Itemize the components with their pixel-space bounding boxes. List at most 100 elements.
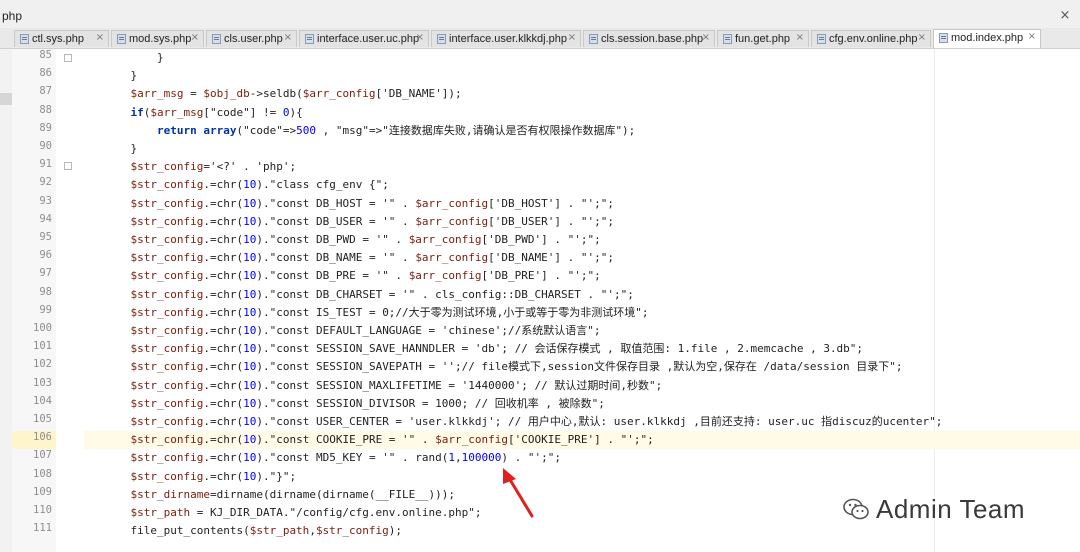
tab-mod-index-php[interactable]: mod.index.php × (933, 29, 1041, 48)
window-title: php (2, 9, 23, 23)
code-line-text: $str_config.=chr(10)."const DB_NAME = '"… (130, 251, 615, 264)
code-line-text: $str_config.=chr(10)."const USER_CENTER … (130, 415, 943, 428)
title-bar: php × (0, 6, 1080, 29)
code-line-text: $arr_msg = $obj_db->seldb($arr_config['D… (130, 87, 462, 100)
tab-ctl-sys-php[interactable]: ctl.sys.php × (14, 30, 109, 47)
code-line[interactable]: } (84, 49, 1080, 67)
code-line-text: } (104, 51, 164, 64)
php-file-icon (212, 34, 221, 44)
wechat-icon (843, 498, 869, 520)
tab-label: cls.session.base.php (601, 33, 704, 45)
tab-close-icon[interactable]: × (568, 32, 576, 43)
code-line-text: if($arr_msg["code"] != 0){ (130, 106, 303, 119)
fold-toggle-icon[interactable] (64, 162, 72, 170)
code-line[interactable]: $str_config.=chr(10)."const MD5_KEY = '"… (84, 449, 1080, 467)
code-line[interactable]: $str_config.=chr(10)."const COOKIE_PRE =… (84, 431, 1080, 449)
code-line-text: $str_config.=chr(10)."const COOKIE_PRE =… (130, 433, 654, 446)
line-number: 108 (33, 468, 52, 480)
code-line-text: $str_path = KJ_DIR_DATA."/config/cfg.env… (130, 506, 482, 519)
code-line[interactable]: file_put_contents($str_path,$str_config)… (84, 522, 1080, 540)
tab-close-icon[interactable]: × (284, 32, 292, 43)
fold-column (56, 49, 84, 552)
close-window-button[interactable]: × (1056, 8, 1074, 24)
tab-cls-session-base-php[interactable]: cls.session.base.php × (583, 30, 715, 47)
code-line[interactable]: $str_config.=chr(10)."const IS_TEST = 0;… (84, 304, 1080, 322)
code-line[interactable]: $str_config.=chr(10)."}"; (84, 468, 1080, 486)
code-line-text: $str_config.=chr(10)."const MD5_KEY = '"… (130, 451, 562, 464)
code-line-text: $str_config.=chr(10)."const DB_PRE = '" … (130, 269, 601, 282)
line-number: 101 (33, 340, 52, 352)
code-line[interactable]: $str_config.=chr(10)."const SESSION_SAVE… (84, 358, 1080, 376)
code-line-text: $str_config.=chr(10)."const DB_CHARSET =… (130, 288, 634, 301)
tab-interface-user-uc-php[interactable]: interface.user.uc.php × (299, 30, 429, 47)
tab-label: mod.sys.php (129, 33, 192, 45)
tab-close-icon[interactable]: × (918, 32, 926, 43)
code-line[interactable]: $str_config.=chr(10)."const DB_USER = '"… (84, 213, 1080, 231)
code-line-text: } (104, 69, 138, 82)
php-file-icon (305, 34, 314, 44)
code-line-text: $str_config.=chr(10)."const SESSION_MAXL… (130, 379, 663, 392)
code-editor[interactable]: 85 86 87 88 89 90 91 92 93 94 95 96 97 98 99 100 101 102 1… (0, 49, 1080, 552)
code-line-text: $str_config.=chr(10)."const IS_TEST = 0;… (130, 306, 649, 319)
code-line[interactable]: $arr_msg = $obj_db->seldb($arr_config['D… (84, 85, 1080, 103)
line-number: 97 (39, 267, 52, 279)
line-number: 102 (33, 358, 52, 370)
code-line[interactable]: $str_config.=chr(10)."const SESSION_SAVE… (84, 340, 1080, 358)
code-line[interactable]: $str_config.=chr(10)."const DB_PRE = '" … (84, 267, 1080, 285)
code-line-text: $str_dirname=dirname(dirname(dirname(__F… (130, 488, 456, 501)
code-line-text: $str_config.=chr(10)."class cfg_env {"; (130, 178, 389, 191)
code-line[interactable]: } (84, 140, 1080, 158)
code-line[interactable]: $str_config.=chr(10)."class cfg_env {"; (84, 176, 1080, 194)
code-line-text: $str_config.=chr(10)."const DB_PWD = '" … (130, 233, 601, 246)
line-number: 86 (39, 67, 52, 79)
line-number: 90 (39, 140, 52, 152)
line-number: 89 (39, 122, 52, 134)
line-number: 111 (33, 522, 52, 534)
bookmark-marker (0, 93, 12, 105)
tab-close-icon[interactable]: × (416, 32, 424, 43)
line-number: 103 (33, 377, 52, 389)
code-line[interactable]: $str_config.=chr(10)."const DB_CHARSET =… (84, 286, 1080, 304)
tab-close-icon[interactable]: × (1028, 31, 1036, 42)
code-line-text: $str_config='<?' . 'php'; (130, 160, 297, 173)
code-line[interactable]: $str_config.=chr(10)."const DB_PWD = '" … (84, 231, 1080, 249)
tab-close-icon[interactable]: × (796, 32, 804, 43)
tab-label: interface.user.klkkdj.php (449, 33, 568, 45)
code-line[interactable]: $str_config.=chr(10)."const SESSION_DIVI… (84, 395, 1080, 413)
code-line[interactable]: } (84, 67, 1080, 85)
code-line[interactable]: return array("code"=>500 , "msg"=>"连接数据库… (84, 122, 1080, 140)
code-line[interactable]: if($arr_msg["code"] != 0){ (84, 104, 1080, 122)
tab-interface-user-klkkdj-php[interactable]: interface.user.klkkdj.php × (431, 30, 581, 47)
code-line[interactable]: $str_config='<?' . 'php'; (84, 158, 1080, 176)
line-number: 107 (33, 449, 52, 461)
tab-label: interface.user.uc.php (317, 33, 420, 45)
code-area[interactable]: } } $arr_msg = $obj_db->seldb($arr_confi… (84, 49, 1080, 552)
fold-toggle-icon[interactable] (64, 54, 72, 62)
php-file-icon (437, 34, 446, 44)
code-line[interactable]: $str_config.=chr(10)."const SESSION_MAXL… (84, 377, 1080, 395)
tab-cls-user-php[interactable]: cls.user.php × (206, 30, 297, 47)
php-file-icon (589, 34, 598, 44)
tab-close-icon[interactable]: × (96, 32, 104, 43)
line-number: 93 (39, 195, 52, 207)
line-number-gutter: 85 86 87 88 89 90 91 92 93 94 95 96 97 98 99 100 101 102 1… (12, 49, 57, 552)
tab-close-icon[interactable]: × (702, 32, 710, 43)
line-number: 91 (39, 158, 52, 170)
tab-mod-sys-php[interactable]: mod.sys.php × (111, 30, 204, 47)
line-number: 106 (33, 431, 52, 443)
tab-bar: ctl.sys.php × mod.sys.php × cls.user.php × int… (0, 28, 1080, 49)
line-number: 105 (33, 413, 52, 425)
code-line[interactable]: $str_config.=chr(10)."const DB_NAME = '"… (84, 249, 1080, 267)
tab-close-icon[interactable]: × (191, 32, 199, 43)
line-number: 100 (33, 322, 52, 334)
code-line-text: $str_config.=chr(10)."}"; (130, 470, 297, 483)
code-line-text: $str_config.=chr(10)."const DB_HOST = '"… (130, 197, 615, 210)
php-file-icon (817, 34, 826, 44)
tab-cfg-env-online-php[interactable]: cfg.env.online.php × (811, 30, 931, 47)
line-number: 110 (33, 504, 52, 516)
tab-fun-get-php[interactable]: fun.get.php × (717, 30, 809, 47)
code-line[interactable]: $str_config.=chr(10)."const USER_CENTER … (84, 413, 1080, 431)
code-line[interactable]: $str_config.=chr(10)."const DEFAULT_LANG… (84, 322, 1080, 340)
line-number: 87 (39, 85, 52, 97)
code-line[interactable]: $str_config.=chr(10)."const DB_HOST = '"… (84, 195, 1080, 213)
